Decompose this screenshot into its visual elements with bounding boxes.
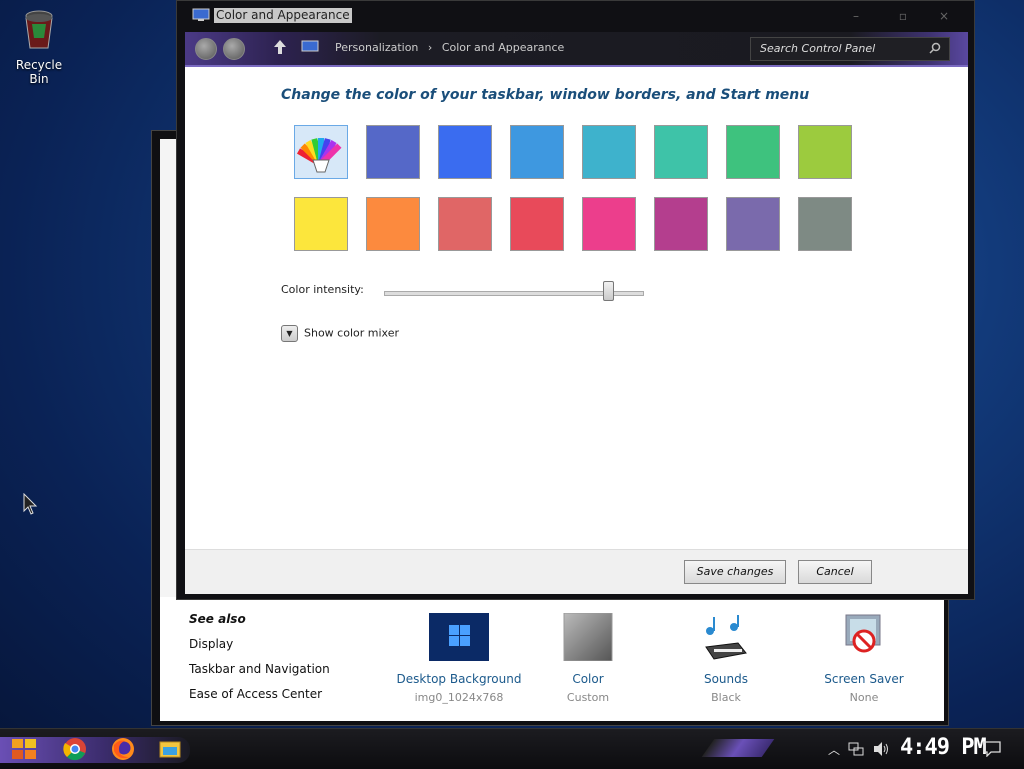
color-swatch[interactable] (726, 125, 780, 179)
firefox-icon[interactable] (111, 737, 135, 761)
color-intensity-slider-thumb[interactable] (603, 281, 615, 301)
color-swatch[interactable] (582, 197, 636, 251)
recycle-bin-icon (25, 10, 53, 49)
tray-chevron-icon[interactable]: ︿ (828, 741, 840, 758)
color-thumb (563, 612, 613, 662)
close-button[interactable]: × (929, 7, 959, 25)
volume-icon[interactable] (872, 741, 890, 757)
color-intensity-label: Color intensity: (281, 283, 364, 296)
dialog-footer: Save changes Cancel (185, 549, 968, 594)
recycle-bin-label: Recycle Bin (15, 58, 63, 86)
custom-color-swatch[interactable] (294, 125, 348, 179)
file-explorer-icon[interactable] (158, 737, 182, 761)
show-color-mixer-toggle[interactable]: ▼ Show color mixer (281, 325, 399, 342)
clock[interactable]: 4:49 PM (900, 735, 987, 760)
sounds-tile[interactable]: Sounds Black (661, 613, 791, 704)
up-arrow-icon[interactable] (273, 39, 287, 55)
color-value: Custom (566, 691, 610, 704)
color-appearance-window: Color and Appearance – ▫ × Personalizati… (176, 0, 975, 600)
color-label: Color (572, 672, 604, 686)
color-swatch[interactable] (654, 197, 708, 251)
color-swatch[interactable] (582, 125, 636, 179)
page-heading: Change the color of your taskbar, window… (281, 87, 810, 103)
screen-saver-label: Screen Saver (824, 672, 904, 686)
screen-saver-tile[interactable]: Screen Saver None (799, 613, 929, 704)
sounds-label: Sounds (703, 672, 749, 686)
color-swatch[interactable] (510, 197, 564, 251)
taskbar-decoration (701, 739, 775, 757)
back-arrow-icon[interactable] (195, 38, 217, 60)
color-swatch[interactable] (438, 125, 492, 179)
search-icon[interactable] (929, 42, 941, 54)
minimize-button[interactable]: – (841, 7, 871, 25)
breadcrumb-separator: › (427, 41, 433, 54)
screen-saver-value: None (849, 691, 879, 704)
see-also-section: See also Display Taskbar and Navigation … (189, 607, 330, 707)
desktop-background-label: Desktop Background (396, 672, 522, 686)
breadcrumb-personalization[interactable]: Personalization (335, 41, 418, 54)
chrome-icon[interactable] (63, 737, 87, 761)
chevron-down-icon: ▼ (281, 325, 298, 342)
color-swatch[interactable] (798, 197, 852, 251)
notification-icon[interactable] (983, 741, 1001, 757)
maximize-button[interactable]: ▫ (888, 7, 918, 25)
forward-arrow-icon[interactable] (223, 38, 245, 60)
navigation-bar: Personalization › Color and Appearance S… (185, 32, 968, 67)
color-swatch[interactable] (726, 197, 780, 251)
mouse-cursor-icon (23, 493, 38, 515)
color-swatch[interactable] (294, 197, 348, 251)
search-placeholder: Search Control Panel (760, 42, 876, 55)
title-bar[interactable]: Color and Appearance – ▫ × (177, 1, 974, 31)
color-swatch[interactable] (366, 125, 420, 179)
breadcrumb-color-appearance[interactable]: Color and Appearance (442, 41, 564, 54)
breadcrumb: Personalization › Color and Appearance (335, 41, 570, 54)
save-changes-button[interactable]: Save changes (684, 560, 786, 584)
color-palette-icon (296, 138, 342, 173)
color-swatch[interactable] (798, 125, 852, 179)
recycle-bin-desktop-icon[interactable]: Recycle Bin (6, 8, 72, 86)
cancel-button[interactable]: Cancel (798, 560, 872, 584)
window-title: Color and Appearance (214, 8, 352, 23)
taskbar-navigation-link[interactable]: Taskbar and Navigation (189, 657, 330, 682)
start-button-icon[interactable] (10, 737, 38, 761)
show-color-mixer-label: Show color mixer (304, 326, 399, 340)
color-tile[interactable]: Color Custom (523, 612, 653, 704)
address-monitor-icon (301, 40, 319, 52)
search-input[interactable]: Search Control Panel (750, 37, 950, 61)
display-link[interactable]: Display (189, 632, 330, 657)
personalization-bottom-panel: See also Display Taskbar and Navigation … (160, 597, 944, 721)
screen-saver-icon (845, 614, 881, 653)
content-area: Change the color of your taskbar, window… (185, 67, 968, 549)
see-also-heading: See also (189, 612, 246, 626)
ease-of-access-link[interactable]: Ease of Access Center (189, 682, 330, 707)
color-swatch[interactable] (366, 197, 420, 251)
taskbar: ︿ 4:49 PM (0, 728, 1024, 769)
sounds-icon (705, 615, 747, 660)
desktop-background-thumb (429, 613, 489, 661)
color-swatch[interactable] (654, 125, 708, 179)
color-swatch[interactable] (510, 125, 564, 179)
control-panel-icon (192, 8, 210, 21)
desktop-background-value: img0_1024x768 (414, 691, 504, 704)
network-icon[interactable] (848, 742, 864, 756)
desktop-background-tile[interactable]: Desktop Background img0_1024x768 (394, 613, 524, 704)
sounds-value: Black (711, 691, 741, 704)
color-swatch[interactable] (438, 197, 492, 251)
